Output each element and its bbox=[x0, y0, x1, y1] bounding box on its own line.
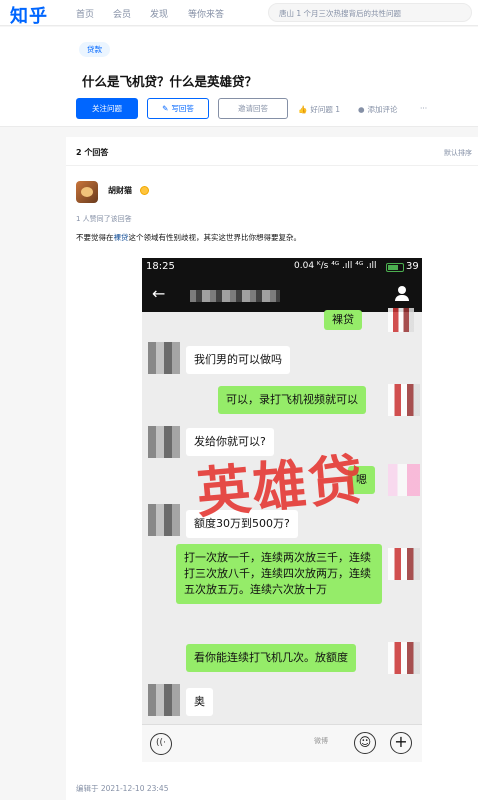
avatar[interactable] bbox=[76, 181, 98, 203]
chat-message: 我们男的可以做吗 bbox=[186, 346, 290, 374]
agree-count: 1 人赞同了该回答 bbox=[76, 215, 132, 223]
top-nav: 知乎 首页 会员 发现 等你来答 唐山 1 个月三次热搜背后的共性问题 bbox=[0, 0, 478, 28]
write-answer-button[interactable]: ✎ 写回答 bbox=[147, 98, 209, 119]
nav-vip[interactable]: 会员 bbox=[113, 7, 131, 20]
sort-selector[interactable]: 默认排序 bbox=[444, 148, 472, 158]
good-label: 好问题 1 bbox=[310, 105, 340, 114]
invite-label: 邀请回答 bbox=[238, 104, 268, 113]
chat-message: 打一次放一千，连续两次放三千，连续打三次放八千，连续四次放两万，连续五次放五万。… bbox=[176, 544, 382, 604]
blurred-avatar bbox=[388, 464, 420, 496]
weibo-watermark: 微博 bbox=[314, 737, 328, 745]
badge-icon bbox=[140, 186, 149, 195]
chat-message: 可以，录打飞机视频就可以 bbox=[218, 386, 366, 414]
author-name[interactable]: 胡财猫 bbox=[108, 185, 132, 196]
voice-icon: ((· bbox=[150, 733, 172, 755]
comment-icon: ● bbox=[358, 105, 365, 114]
answer-count: 2 个回答 bbox=[76, 148, 109, 157]
invite-answer-button[interactable]: 邀请回答 bbox=[218, 98, 288, 119]
comment-label: 添加评论 bbox=[367, 105, 398, 114]
emoji-icon: ☺ bbox=[354, 732, 376, 754]
status-network: 0.04 ᴷ/s ⁴ᴳ .ıll ⁴ᴳ .ıll bbox=[294, 261, 377, 271]
good-question-button[interactable]: 👍 好问题 1 bbox=[298, 104, 340, 115]
divider bbox=[66, 165, 478, 166]
nav-discover[interactable]: 发现 bbox=[150, 7, 168, 20]
chat-header: ← bbox=[142, 278, 422, 312]
chat-message: 奥 bbox=[186, 688, 213, 716]
zhihu-logo[interactable]: 知乎 bbox=[10, 2, 48, 28]
blurred-avatar bbox=[148, 504, 180, 536]
back-arrow-icon: ← bbox=[152, 284, 166, 303]
chat-message: 看你能连续打飞机几次。放额度 bbox=[186, 644, 356, 672]
blurred-avatar bbox=[148, 342, 180, 374]
chat-input-bar: ((· ☺ + bbox=[142, 724, 422, 762]
question-header: 贷款 什么是飞机贷？什么是英雄贷？ 关注问题 ✎ 写回答 邀请回答 👍 好问题 … bbox=[0, 27, 478, 127]
thumb-up-icon: 👍 bbox=[298, 105, 308, 114]
answer-intro: 不要觉得在裸贷这个领域有性别歧视，其实这世界比你想得要复杂。 bbox=[76, 232, 301, 243]
plus-icon: + bbox=[390, 732, 412, 754]
battery-icon bbox=[386, 263, 404, 272]
more-button[interactable]: ··· bbox=[420, 104, 427, 113]
follow-question-button[interactable]: 关注问题 bbox=[76, 98, 138, 119]
blurred-avatar bbox=[148, 426, 180, 458]
blurred-avatar bbox=[388, 642, 420, 674]
battery-level: 39 bbox=[406, 261, 419, 272]
search-input[interactable]: 唐山 1 个月三次热搜背后的共性问题 bbox=[268, 3, 472, 22]
blurred-avatar bbox=[388, 548, 420, 580]
topic-tag[interactable]: 贷款 bbox=[79, 42, 110, 57]
intro-text: 不要觉得在 bbox=[76, 233, 114, 242]
blurred-avatar bbox=[388, 308, 414, 332]
intro-link[interactable]: 裸贷 bbox=[114, 233, 129, 242]
nav-home[interactable]: 首页 bbox=[76, 7, 94, 20]
write-label: 写回答 bbox=[171, 104, 194, 113]
watermark-text: 英雄贷 bbox=[193, 446, 367, 526]
edited-time: 编辑于 2021-12-10 23:45 bbox=[76, 784, 169, 793]
question-title: 什么是飞机贷？什么是英雄贷？ bbox=[82, 74, 258, 89]
phone-status-bar: 18:25 0.04 ᴷ/s ⁴ᴳ .ıll ⁴ᴳ .ıll 39 bbox=[142, 258, 422, 278]
blurred-avatar bbox=[148, 684, 180, 716]
follow-label: 关注问题 bbox=[92, 104, 122, 113]
blurred-contact-name bbox=[190, 290, 280, 302]
person-icon bbox=[394, 286, 410, 302]
pen-icon: ✎ bbox=[162, 104, 169, 113]
add-comment-button[interactable]: ● 添加评论 bbox=[358, 104, 398, 115]
blurred-avatar bbox=[388, 384, 420, 416]
status-time: 18:25 bbox=[146, 261, 175, 272]
chat-screenshot: 18:25 0.04 ᴷ/s ⁴ᴳ .ıll ⁴ᴳ .ıll 39 ← 裸贷 我… bbox=[142, 258, 422, 762]
nav-waiting[interactable]: 等你来答 bbox=[188, 7, 224, 20]
chat-message: 裸贷 bbox=[324, 310, 362, 330]
intro-text-rest: 这个领域有性别歧视，其实这世界比你想得要复杂。 bbox=[128, 233, 302, 242]
